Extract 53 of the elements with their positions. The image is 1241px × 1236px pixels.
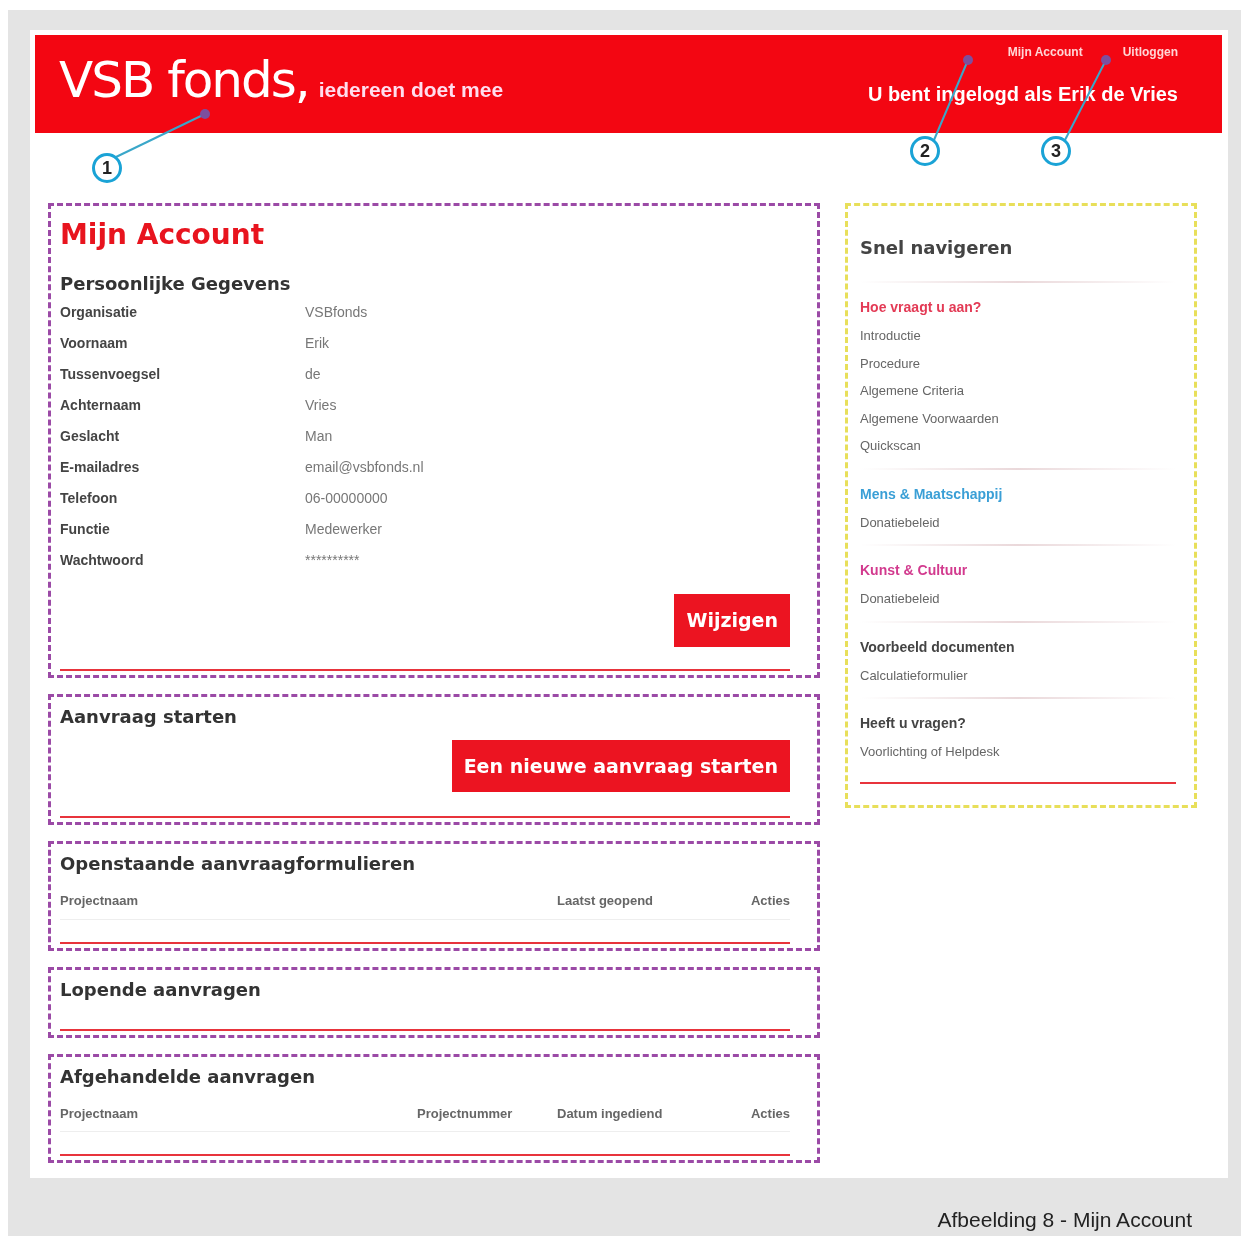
field-label: Wachtwoord	[60, 551, 145, 570]
field-value: email@vsbfonds.nl	[305, 458, 424, 477]
field-label: Telefoon	[60, 489, 119, 508]
nav-link[interactable]: Introductie	[860, 326, 1176, 346]
column-header: Datum ingediend	[557, 1104, 664, 1123]
edit-button[interactable]: Wijzigen	[674, 594, 790, 647]
tagline: iedereen doet mee	[318, 76, 504, 103]
field-label: Voornaam	[60, 334, 129, 353]
logo: VSB fonds,	[59, 55, 309, 105]
nav-heading: Voorbeeld documenten	[860, 637, 1016, 657]
field-value: Vries	[305, 396, 337, 415]
field-value: Erik	[305, 334, 330, 353]
column-header: Acties	[750, 892, 790, 910]
field-value: de	[305, 365, 321, 384]
column-header: Projectnaam	[60, 892, 140, 910]
nav-link[interactable]: Algemene Voorwaarden	[860, 408, 1176, 428]
field-value: VSBfonds	[305, 303, 368, 322]
column-header: Laatst geopend	[557, 892, 655, 910]
nav-link[interactable]: Calculatieformulier	[860, 665, 1176, 685]
field-label: Organisatie	[60, 303, 139, 322]
field-label: Achternaam	[60, 396, 142, 415]
page-title: Mijn Account	[60, 217, 266, 253]
nav-link[interactable]: Donatiebeleid	[860, 589, 1176, 609]
field-label: E-mailadres	[60, 458, 141, 477]
nav-heading: Kunst & Cultuur	[860, 561, 969, 580]
nav-link[interactable]: Voorlichting of Helpdesk	[860, 742, 1176, 762]
nav-heading: Hoe vraagt u aan?	[860, 298, 983, 317]
field-value: 06-00000000	[305, 489, 388, 508]
section-title: Openstaande aanvraagformulieren	[60, 852, 416, 876]
figure-caption: Afbeelding 8 - Mijn Account	[936, 1207, 1193, 1233]
header-link[interactable]: Uitloggen	[1122, 43, 1178, 61]
new-request-button[interactable]: Een nieuwe aanvraag starten	[451, 739, 790, 792]
section-title: Aanvraag starten	[60, 704, 238, 729]
column-header: Projectnummer	[417, 1104, 514, 1123]
field-value: Man	[305, 427, 333, 446]
section-title: Lopende aanvragen	[60, 977, 262, 1002]
nav-heading: Mens & Maatschappij	[860, 484, 1004, 504]
nav-link[interactable]: Donatiebeleid	[860, 512, 1176, 532]
field-label: Functie	[60, 520, 111, 539]
field-label: Geslacht	[60, 427, 121, 446]
column-header: Projectnaam	[60, 1104, 140, 1123]
nav-link[interactable]: Algemene Criteria	[860, 381, 1176, 401]
column-header: Acties	[750, 1104, 790, 1123]
section-title: Persoonlijke Gegevens	[60, 272, 292, 296]
field-value: Medewerker	[305, 520, 383, 539]
section-title: Afgehandelde aanvragen	[60, 1064, 317, 1089]
header-link[interactable]: Mijn Account	[1007, 43, 1083, 61]
nav-heading: Heeft u vragen?	[860, 714, 967, 733]
field-value: **********	[305, 551, 360, 570]
nav-link[interactable]: Quickscan	[860, 436, 1176, 456]
sidebar-title: Snel navigeren	[860, 236, 1014, 260]
field-label: Tussenvoegsel	[60, 365, 162, 384]
nav-link[interactable]: Procedure	[860, 353, 1176, 373]
